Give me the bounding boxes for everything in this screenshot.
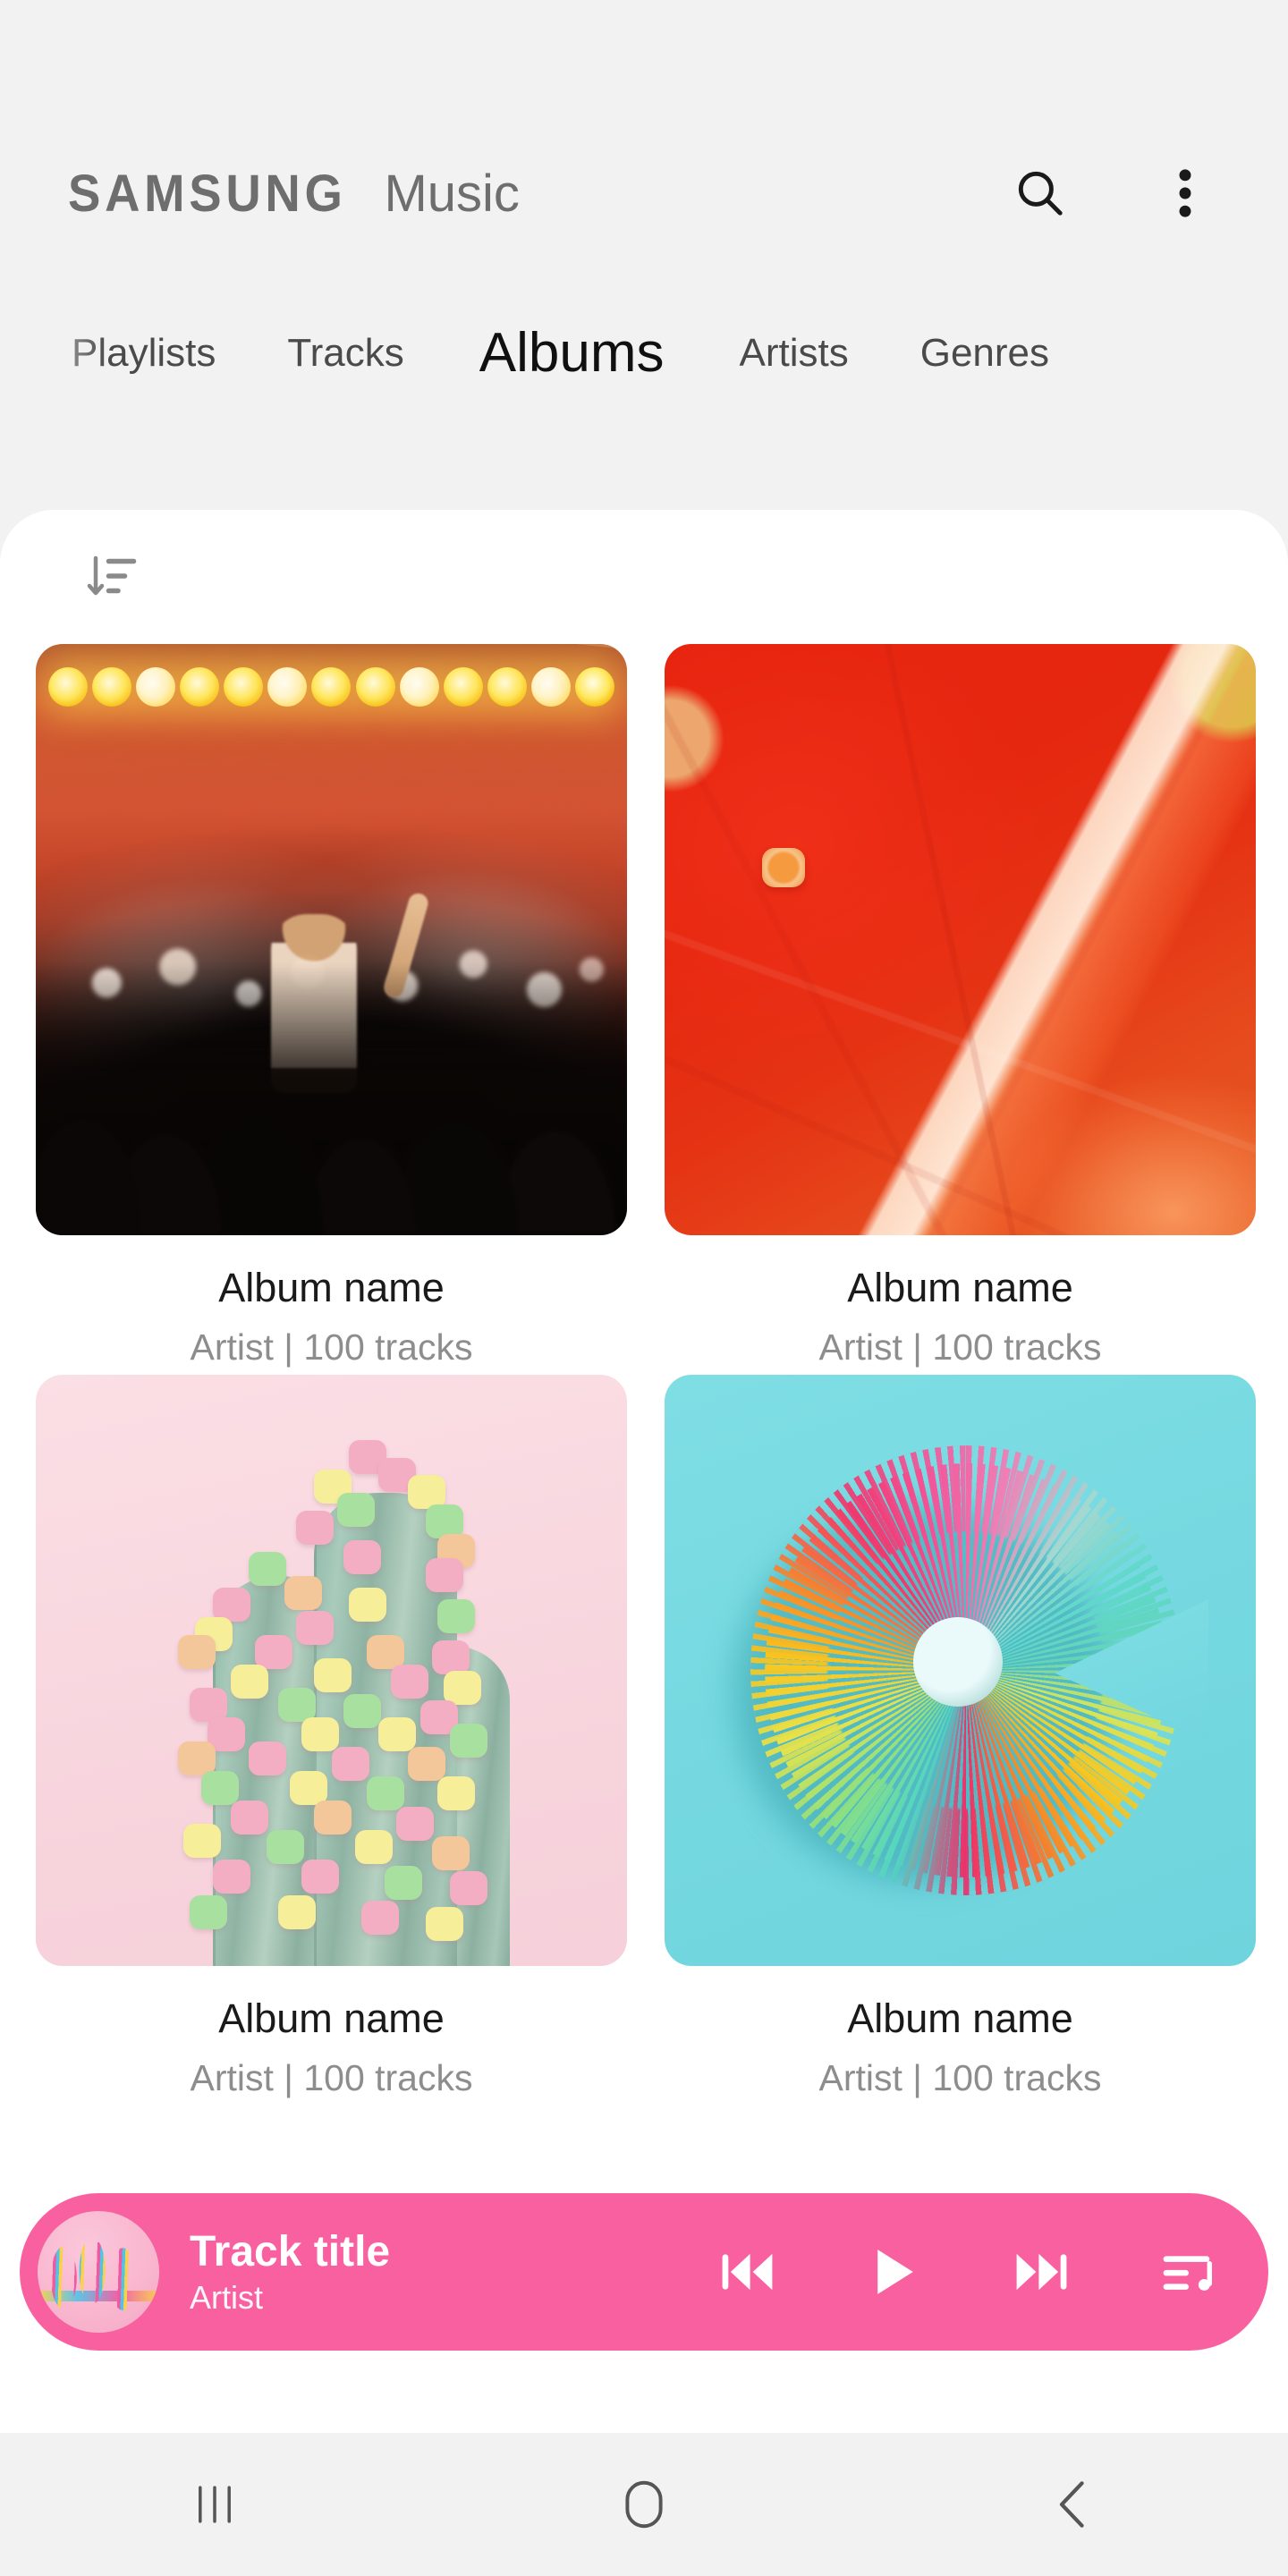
playlist-music-icon	[1163, 2256, 1212, 2291]
back-icon	[1059, 2481, 1084, 2528]
album-artwork-pastel-marshmallow-cactus	[36, 1375, 627, 1966]
album-title: Album name	[847, 1265, 1073, 1310]
album-item[interactable]: Album name Artist | 100 tracks	[665, 644, 1256, 1366]
stage-light-bulbs	[36, 667, 627, 721]
app-brand: SAMSUNG Music	[68, 164, 520, 224]
album-subtitle: Artist | 100 tracks	[818, 1326, 1102, 1368]
app-header: SAMSUNG Music	[0, 100, 1288, 286]
track-artist: Artist	[190, 2279, 264, 2317]
album-artwork-concert-crowd-stage-lights	[36, 644, 627, 1235]
orange-paint-dot	[762, 848, 806, 888]
album-subtitle: Artist | 100 tracks	[190, 2057, 473, 2098]
mini-player-thumbnail	[38, 2211, 159, 2333]
track-title: Track title	[190, 2227, 391, 2275]
sort-button[interactable]	[70, 534, 156, 620]
next-button[interactable]	[1004, 2234, 1079, 2309]
tab-bar: Playlists Tracks Albums Artists Genres	[0, 286, 1288, 420]
ribbon-waves	[47, 2242, 150, 2314]
sort-row	[0, 510, 1288, 644]
album-subtitle: Artist | 100 tracks	[190, 1326, 473, 1368]
skip-next-icon	[1016, 2253, 1067, 2291]
album-grid: Album name Artist | 100 tracks Album nam…	[0, 644, 1288, 2097]
previous-button[interactable]	[710, 2234, 785, 2309]
play-icon	[877, 2250, 913, 2294]
mini-player[interactable]: Track title Artist	[20, 2193, 1268, 2351]
tab-albums[interactable]: Albums	[440, 326, 704, 381]
paint-strokes	[665, 644, 1256, 1235]
status-bar	[0, 0, 1288, 100]
back-button[interactable]	[859, 2433, 1288, 2576]
album-subtitle: Artist | 100 tracks	[818, 2057, 1102, 2098]
system-navigation-bar	[0, 2433, 1288, 2576]
play-button[interactable]	[857, 2234, 932, 2309]
home-icon	[625, 2480, 663, 2529]
more-options-button[interactable]	[1147, 155, 1224, 232]
sort-descending-icon	[87, 555, 137, 596]
brand-samsung-text: SAMSUNG	[68, 164, 347, 223]
tab-playlists[interactable]: Playlists	[36, 334, 251, 373]
marshmallow-cluster	[36, 1375, 627, 1966]
header-actions	[1002, 155, 1224, 232]
skip-previous-icon	[722, 2253, 773, 2291]
queue-button[interactable]	[1150, 2234, 1225, 2309]
search-icon	[1018, 171, 1063, 216]
more-vertical-icon	[1179, 169, 1191, 217]
album-title: Album name	[218, 1265, 445, 1310]
slinky-center-hole	[912, 1617, 1003, 1707]
search-button[interactable]	[1002, 155, 1079, 232]
brand-music-text: Music	[384, 164, 520, 223]
tab-tracks[interactable]: Tracks	[251, 334, 439, 373]
album-title: Album name	[847, 1996, 1073, 2041]
mini-player-controls	[710, 2234, 1225, 2309]
album-item[interactable]: Album name Artist | 100 tracks	[36, 1375, 627, 2097]
mini-player-text: Track title Artist	[190, 2227, 710, 2317]
crowd-silhouettes	[36, 962, 627, 1235]
recents-button[interactable]	[0, 2433, 429, 2576]
recents-icon	[199, 2486, 231, 2523]
album-item[interactable]: Album name Artist | 100 tracks	[36, 644, 627, 1366]
album-item[interactable]: Album name Artist | 100 tracks	[665, 1375, 1256, 2097]
home-button[interactable]	[429, 2433, 859, 2576]
album-artwork-rainbow-slinky-spring	[665, 1375, 1256, 1966]
album-artwork-red-orange-abstract-paint	[665, 644, 1256, 1235]
tab-genres[interactable]: Genres	[885, 334, 1085, 373]
album-title: Album name	[218, 1996, 445, 2041]
tab-artists[interactable]: Artists	[704, 334, 885, 373]
